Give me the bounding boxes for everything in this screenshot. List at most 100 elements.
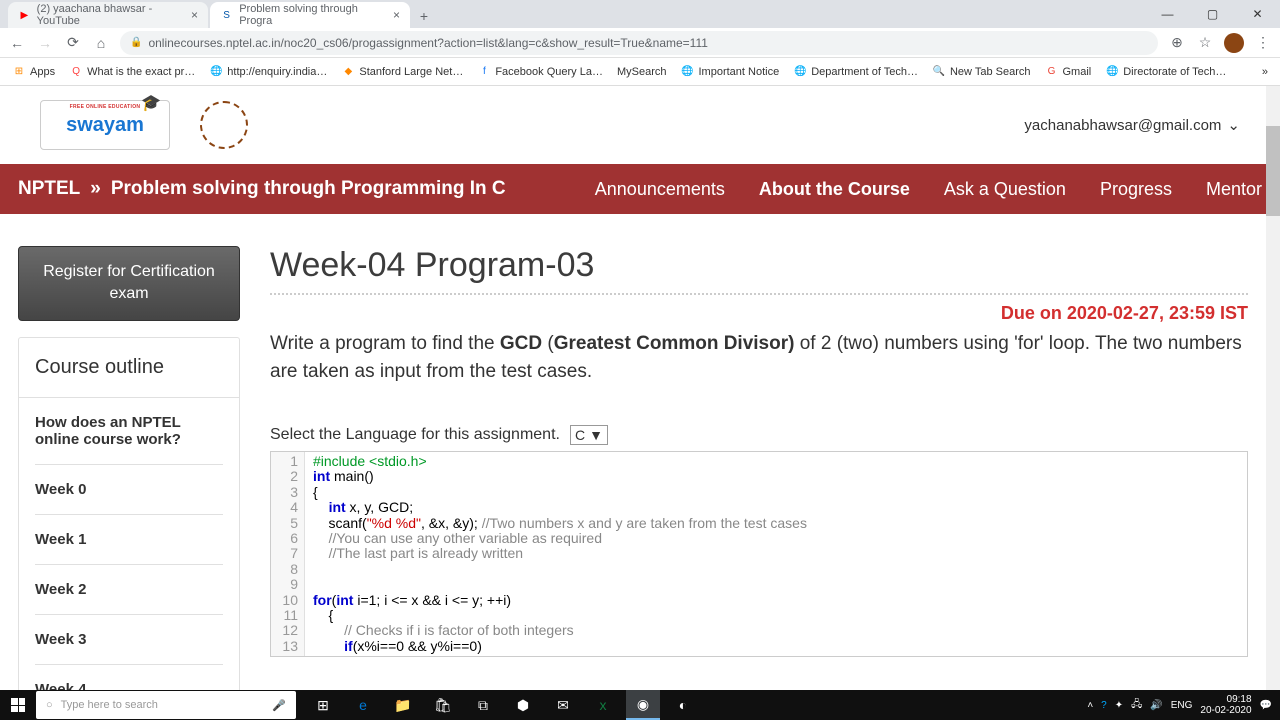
- language-indicator[interactable]: ENG: [1171, 700, 1193, 711]
- back-button[interactable]: ←: [8, 34, 26, 52]
- bookmark-item[interactable]: 🌐Directorate of Tech…: [1105, 65, 1226, 79]
- site-icon: S: [220, 8, 233, 22]
- code-lines[interactable]: #include <stdio.h> int main() { int x, y…: [305, 452, 1247, 656]
- iit-logo[interactable]: [200, 101, 248, 149]
- nav-announcements[interactable]: Announcements: [595, 179, 725, 200]
- youtube-icon: ▶: [18, 8, 31, 22]
- bookmarks-overflow[interactable]: »: [1262, 66, 1268, 78]
- sidebar-item-week3[interactable]: Week 3: [35, 615, 223, 665]
- register-exam-button[interactable]: Register for Certification exam: [18, 246, 240, 321]
- breadcrumb-course[interactable]: Problem solving through Programming In C: [111, 178, 506, 200]
- volume-icon[interactable]: 🔊: [1150, 700, 1162, 711]
- outline-heading: Course outline: [19, 338, 239, 398]
- sidebar-item-week4[interactable]: Week 4: [35, 665, 223, 690]
- site-header: 🎓 swayam yachanabhawsar@gmail.com ⌄: [0, 86, 1280, 164]
- address-bar-row: ← → ⟳ ⌂ 🔒 onlinecourses.nptel.ac.in/noc2…: [0, 28, 1280, 58]
- main-content: Week-04 Program-03 Due on 2020-02-27, 23…: [270, 246, 1262, 690]
- nav-mentor[interactable]: Mentor: [1206, 179, 1262, 200]
- vertical-scrollbar[interactable]: [1266, 86, 1280, 690]
- url-text: onlinecourses.nptel.ac.in/noc20_cs06/pro…: [148, 36, 1148, 50]
- close-window-button[interactable]: ✕: [1235, 0, 1280, 28]
- close-icon[interactable]: ×: [393, 8, 400, 22]
- tray-app-icon[interactable]: ✦: [1115, 700, 1123, 711]
- tray-chevron-icon[interactable]: ˄: [1087, 700, 1093, 711]
- line-gutter: 12345678910111213: [271, 452, 305, 656]
- nav-progress[interactable]: Progress: [1100, 179, 1172, 200]
- excel-icon[interactable]: x: [586, 690, 620, 720]
- chevron-down-icon: ▼: [589, 427, 603, 443]
- bookmark-item[interactable]: 🔍New Tab Search: [932, 65, 1031, 79]
- reload-button[interactable]: ⟳: [64, 34, 82, 52]
- forward-button[interactable]: →: [36, 34, 54, 52]
- lock-icon: 🔒: [130, 37, 142, 48]
- start-button[interactable]: [0, 690, 36, 720]
- obs-icon[interactable]: ⬢: [506, 690, 540, 720]
- profile-avatar[interactable]: [1224, 33, 1244, 53]
- breadcrumb-root[interactable]: NPTEL: [18, 178, 80, 200]
- due-date: Due on 2020-02-27, 23:59 IST: [270, 303, 1248, 324]
- sidebar-item-week0[interactable]: Week 0: [35, 465, 223, 515]
- windows-taskbar: ○ Type here to search 🎤 ⊞ e 📁 🛍 ⧉ ⬢ ✉ x …: [0, 690, 1280, 720]
- zoom-icon[interactable]: ⊕: [1168, 34, 1186, 52]
- bookmark-item[interactable]: 🌐http://enquiry.india…: [209, 65, 327, 79]
- notifications-icon[interactable]: 💬: [1260, 700, 1272, 711]
- page-title: Week-04 Program-03: [270, 246, 1248, 285]
- sidebar-item-week2[interactable]: Week 2: [35, 565, 223, 615]
- user-email-dropdown[interactable]: yachanabhawsar@gmail.com ⌄: [1024, 116, 1240, 134]
- explorer-icon[interactable]: 📁: [386, 690, 420, 720]
- bookmark-item[interactable]: ◆Stanford Large Net…: [341, 65, 463, 79]
- nav-ask-question[interactable]: Ask a Question: [944, 179, 1066, 200]
- sidebar-item[interactable]: How does an NPTEL online course work?: [35, 398, 223, 465]
- bookmark-star-icon[interactable]: ☆: [1196, 34, 1214, 52]
- network-icon[interactable]: 🖧: [1131, 697, 1142, 714]
- clock[interactable]: 09:18 20-02-2020: [1200, 694, 1251, 716]
- nav-about-course[interactable]: About the Course: [759, 179, 910, 200]
- language-label: Select the Language for this assignment.: [270, 426, 560, 444]
- bookmarks-bar: ⊞Apps QWhat is the exact pr… 🌐http://enq…: [0, 58, 1280, 86]
- taskbar-search[interactable]: ○ Type here to search 🎤: [36, 691, 296, 719]
- edge-icon[interactable]: e: [346, 690, 380, 720]
- sidebar-item-week1[interactable]: Week 1: [35, 515, 223, 565]
- bookmark-item[interactable]: 🌐Important Notice: [680, 65, 779, 79]
- system-tray: ˄ ? ✦ 🖧 🔊 ENG 09:18 20-02-2020 💬: [1087, 694, 1280, 716]
- maximize-button[interactable]: ▢: [1190, 0, 1235, 28]
- grad-cap-icon: 🎓: [141, 93, 161, 113]
- language-select[interactable]: C ▼: [570, 425, 608, 445]
- bookmark-item[interactable]: 🌐Department of Tech…: [793, 65, 918, 79]
- course-sidebar: Register for Certification exam Course o…: [18, 246, 240, 690]
- task-view-icon[interactable]: ⊞: [306, 690, 340, 720]
- browser-tab[interactable]: ▶ (2) yaachana bhawsar - YouTube ×: [8, 2, 208, 28]
- breadcrumb: NPTEL » Problem solving through Programm…: [18, 178, 506, 200]
- new-tab-button[interactable]: +: [412, 4, 436, 28]
- home-button[interactable]: ⌂: [92, 34, 110, 52]
- course-nav-bar: NPTEL » Problem solving through Programm…: [0, 164, 1280, 214]
- dropbox-icon[interactable]: ⧉: [466, 690, 500, 720]
- swayam-logo[interactable]: 🎓 swayam: [40, 100, 170, 150]
- apps-button[interactable]: ⊞Apps: [12, 65, 55, 79]
- bookmark-item[interactable]: GGmail: [1045, 65, 1092, 79]
- bookmark-item[interactable]: QWhat is the exact pr…: [69, 65, 195, 79]
- url-bar[interactable]: 🔒 onlinecourses.nptel.ac.in/noc20_cs06/p…: [120, 31, 1158, 55]
- tab-title: Problem solving through Progra: [239, 3, 385, 27]
- minimize-button[interactable]: —: [1145, 0, 1190, 28]
- browser-tab-strip: ▶ (2) yaachana bhawsar - YouTube × S Pro…: [0, 0, 1280, 28]
- bookmark-item[interactable]: MySearch: [617, 66, 667, 78]
- app-icon[interactable]: ◐: [666, 690, 700, 720]
- code-editor[interactable]: 12345678910111213 #include <stdio.h> int…: [270, 451, 1248, 657]
- browser-tab-active[interactable]: S Problem solving through Progra ×: [210, 2, 410, 28]
- mail-icon[interactable]: ✉: [546, 690, 580, 720]
- windows-icon: [11, 698, 25, 712]
- problem-statement: Write a program to find the GCD (Greates…: [270, 330, 1248, 385]
- menu-icon[interactable]: ⋮: [1254, 34, 1272, 52]
- tab-title: (2) yaachana bhawsar - YouTube: [37, 3, 183, 27]
- page-content: 🎓 swayam yachanabhawsar@gmail.com ⌄ NPTE…: [0, 86, 1280, 690]
- mic-icon[interactable]: 🎤: [272, 699, 286, 712]
- scrollbar-thumb[interactable]: [1266, 126, 1280, 216]
- chevron-down-icon: ⌄: [1227, 116, 1240, 134]
- chrome-icon[interactable]: ◉: [626, 690, 660, 720]
- help-icon[interactable]: ?: [1101, 700, 1107, 711]
- cortana-icon: ○: [46, 699, 53, 711]
- bookmark-item[interactable]: fFacebook Query La…: [477, 65, 603, 79]
- store-icon[interactable]: 🛍: [426, 690, 460, 720]
- close-icon[interactable]: ×: [191, 8, 198, 22]
